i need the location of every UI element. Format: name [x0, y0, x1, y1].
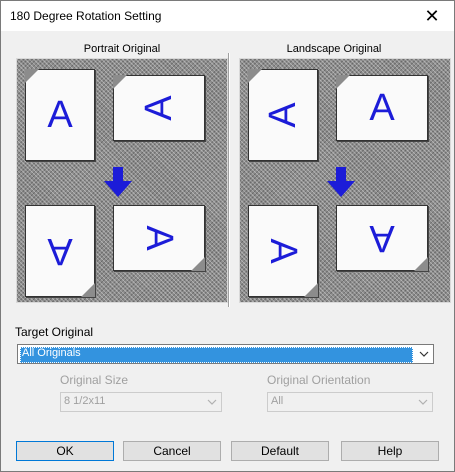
portrait-page-upright: A: [25, 69, 95, 161]
page-fold-icon: [304, 283, 318, 297]
landscape-page-rotated-right: A: [113, 205, 205, 271]
portrait-original-preview: A A A A: [16, 58, 228, 303]
chevron-down-icon: [203, 393, 221, 411]
letter-a-glyph: A: [138, 225, 180, 251]
portrait-page-rotated-right: A: [248, 205, 318, 297]
chevron-down-icon: [414, 393, 432, 411]
page-fold-icon: [113, 75, 127, 89]
original-size-value: 8 1/2x11: [64, 395, 106, 407]
target-original-value: All Originals: [22, 347, 81, 359]
letter-a-glyph: A: [138, 95, 180, 121]
default-button[interactable]: Default: [231, 441, 329, 461]
close-icon[interactable]: ✕: [410, 1, 454, 31]
original-orientation-label: Original Orientation: [267, 373, 371, 387]
letter-a-glyph: A: [47, 230, 73, 272]
target-original-label: Target Original: [15, 325, 94, 339]
page-fold-icon: [191, 257, 205, 271]
landscape-original-label: Landscape Original: [286, 43, 382, 55]
portrait-page-rotated-180: A: [25, 205, 95, 297]
letter-a-glyph: A: [262, 238, 304, 264]
cancel-button[interactable]: Cancel: [123, 441, 221, 461]
original-orientation-value: All: [271, 395, 284, 407]
original-orientation-select[interactable]: All: [267, 392, 433, 412]
help-button[interactable]: Help: [341, 441, 439, 461]
landscape-page-rotated-180: A: [336, 205, 428, 271]
window-title: 180 Degree Rotation Setting: [10, 9, 162, 23]
portrait-page-rotated-left: A: [248, 69, 318, 161]
down-arrow-icon: [327, 167, 355, 197]
portrait-original-label: Portrait Original: [83, 43, 161, 55]
letter-a-glyph: A: [47, 94, 73, 136]
ok-button[interactable]: OK: [16, 441, 114, 461]
original-size-label: Original Size: [60, 373, 129, 387]
panel-divider: [228, 53, 230, 307]
landscape-page-rotated-left: A: [113, 75, 205, 141]
chevron-down-icon[interactable]: [415, 345, 433, 363]
title-bar: 180 Degree Rotation Setting ✕: [1, 1, 454, 31]
letter-a-glyph: A: [369, 217, 395, 259]
original-size-select[interactable]: 8 1/2x11: [60, 392, 222, 412]
dialog-window: 180 Degree Rotation Setting ✕ Portrait O…: [0, 0, 455, 472]
landscape-page-upright: A: [336, 75, 428, 141]
letter-a-glyph: A: [369, 87, 395, 129]
landscape-original-preview: A A A A: [239, 58, 451, 303]
letter-a-glyph: A: [262, 102, 304, 128]
target-original-select[interactable]: All Originals: [17, 344, 434, 364]
